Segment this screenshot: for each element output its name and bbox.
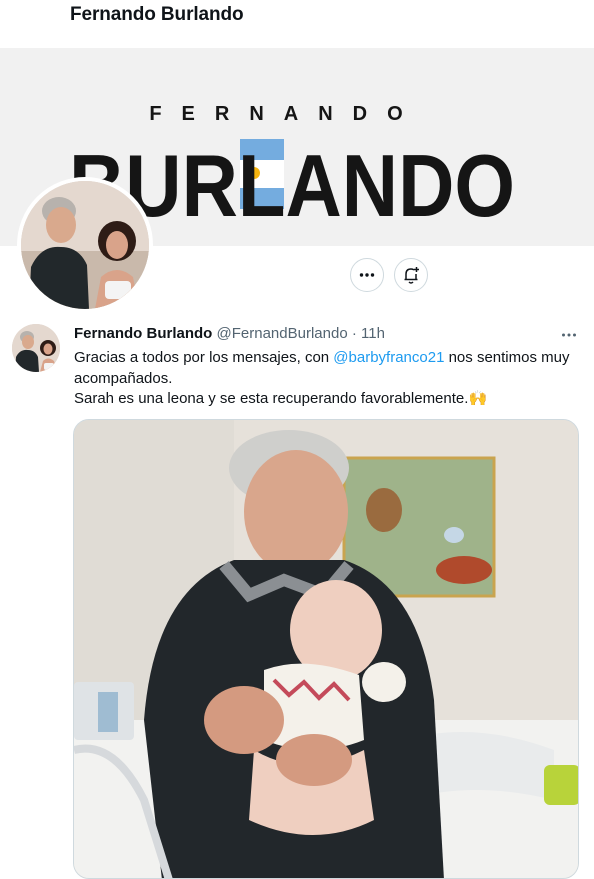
- tweet-author-name[interactable]: Fernando Burlando: [74, 325, 212, 342]
- avatar-photo: [21, 181, 149, 309]
- bell-plus-icon: [404, 267, 419, 284]
- more-horizontal-icon: [359, 273, 375, 277]
- man-face: [244, 450, 348, 574]
- tweet-text: Gracias a todos por los mensajes, con @b…: [74, 348, 586, 410]
- tweet-text-part1: Gracias a todos por los mensajes, con: [74, 349, 334, 366]
- banner-line1: FERNANDO: [149, 103, 422, 125]
- tweet-separator: ·: [351, 325, 357, 342]
- tweet-header: Fernando Burlando @FernandBurlando · 11h: [74, 325, 385, 342]
- green-toy: [544, 765, 578, 805]
- tweet-author-handle[interactable]: @FernandBurlando: [217, 325, 348, 342]
- header-title: Fernando Burlando: [70, 4, 244, 25]
- notifications-button[interactable]: [394, 258, 428, 292]
- profile-avatar[interactable]: [17, 177, 153, 313]
- avatar-photo-small: [12, 324, 60, 372]
- tweet-timestamp[interactable]: 11h: [361, 325, 385, 342]
- raising-hands-emoji: 🙌: [468, 390, 488, 407]
- tweet-more-button[interactable]: [556, 322, 582, 348]
- tweet-avatar[interactable]: [12, 324, 60, 372]
- tweet-photo-image: [74, 420, 578, 878]
- more-horizontal-icon: [562, 333, 576, 337]
- tweet-photo[interactable]: [73, 419, 579, 879]
- top-header: Fernando Burlando: [0, 0, 594, 48]
- tweet-text-line2: Sarah es una leona y se esta recuperando…: [74, 390, 469, 407]
- tweet-mention-link[interactable]: @barbyfranco21: [333, 349, 444, 366]
- tweet[interactable]: Fernando Burlando @FernandBurlando · 11h…: [0, 318, 594, 879]
- more-options-button[interactable]: [350, 258, 384, 292]
